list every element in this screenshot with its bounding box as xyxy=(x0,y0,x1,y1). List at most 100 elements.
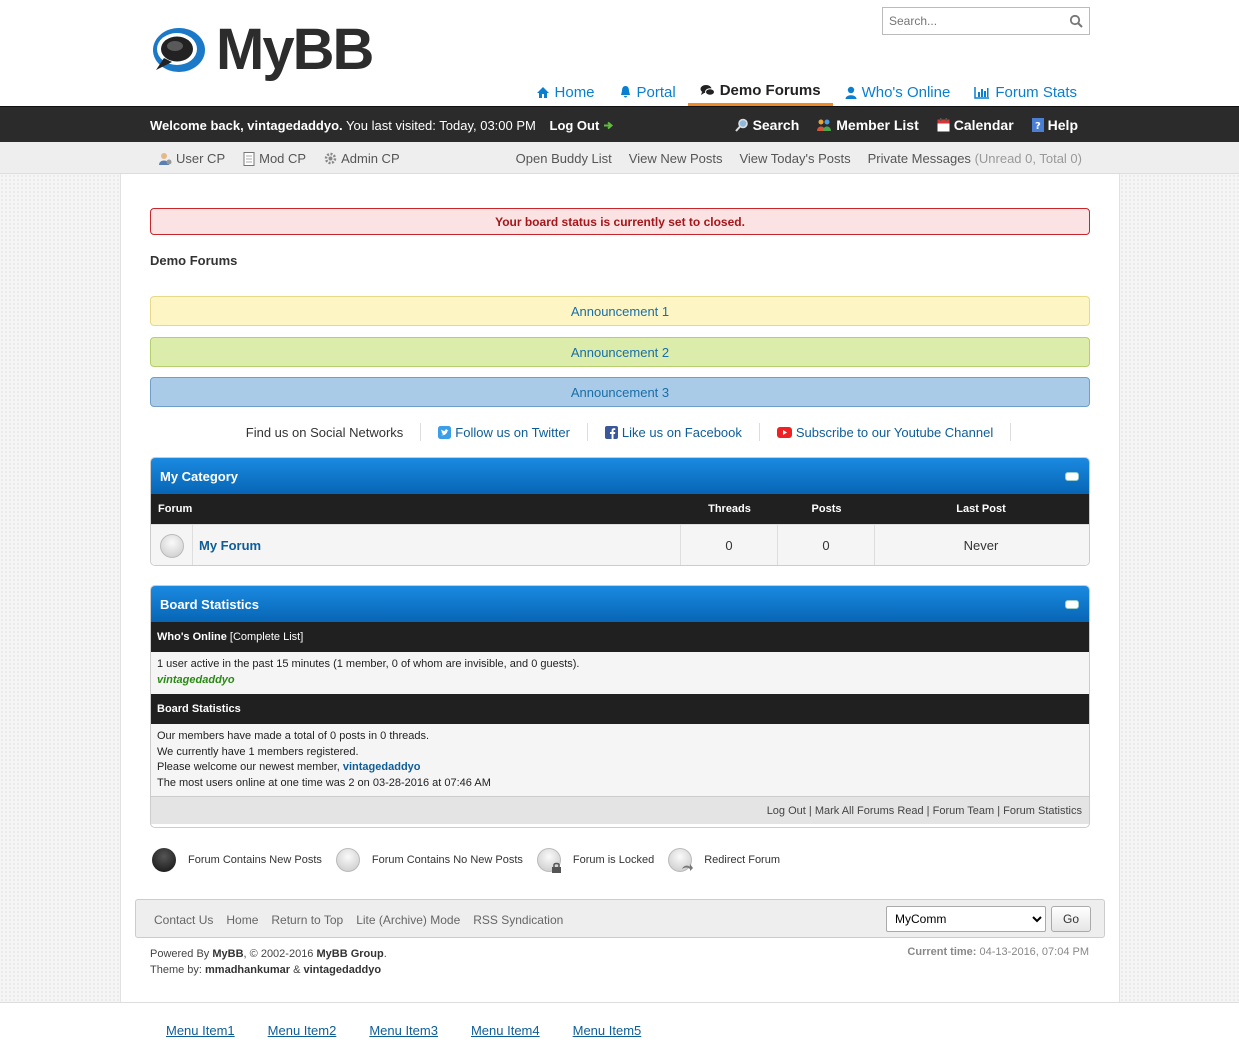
new-posts-link[interactable]: View New Posts xyxy=(629,151,723,166)
theme-select[interactable]: MyComm xyxy=(886,906,1046,932)
calendar-link[interactable]: Calendar xyxy=(937,117,1014,133)
announcement-3[interactable]: Announcement 3 xyxy=(150,377,1090,407)
current-time: Current time: 04-13-2016, 07:04 PM xyxy=(907,946,1089,958)
stats-line-newest: Please welcome our newest member, vintag… xyxy=(157,760,1083,776)
announcement-1[interactable]: Announcement 1 xyxy=(150,296,1090,326)
whos-online-link[interactable]: Who's Online xyxy=(157,631,227,643)
legend-label: Redirect Forum xyxy=(704,854,780,866)
logo[interactable]: MyBB xyxy=(150,14,374,86)
online-user-link[interactable]: vintagedaddyo xyxy=(157,674,235,686)
social-label-text: Find us on Social Networks xyxy=(245,424,404,440)
nav-forum-stats[interactable]: Forum Stats xyxy=(962,80,1089,104)
nav-whos-online[interactable]: Who's Online xyxy=(833,80,963,104)
complete-list-link[interactable]: [Complete List] xyxy=(230,631,303,643)
lite-mode-link[interactable]: Lite (Archive) Mode xyxy=(356,913,460,927)
return-to-top-link[interactable]: Return to Top xyxy=(271,913,343,927)
mod-cp-link[interactable]: Mod CP xyxy=(243,151,306,166)
twitter-link-label[interactable]: Follow us on Twitter xyxy=(455,425,570,440)
forum-statistics-link[interactable]: Forum Statistics xyxy=(1003,805,1082,817)
author1-link[interactable]: mmadhankumar xyxy=(205,964,290,976)
nav-home[interactable]: Home xyxy=(524,80,607,104)
collapse-icon[interactable] xyxy=(1065,600,1079,609)
menu-item-5[interactable]: Menu Item5 xyxy=(573,1023,642,1038)
legend-item: Forum is Locked xyxy=(536,848,655,873)
user-cp-icon xyxy=(159,152,172,165)
forum-redirect-icon xyxy=(668,848,694,872)
forum-locked-icon xyxy=(536,848,561,873)
board-stats-title: Board Statistics xyxy=(160,597,259,612)
twitter-link[interactable]: Follow us on Twitter xyxy=(421,423,588,441)
forum-status-cell xyxy=(151,524,193,565)
welcome-bar: Welcome back, vintagedaddyo. You last vi… xyxy=(0,106,1239,142)
user-cp-link[interactable]: User CP xyxy=(158,151,225,166)
todays-posts-link[interactable]: View Today's Posts xyxy=(739,151,850,166)
stats-line-posts: Our members have made a total of 0 posts… xyxy=(157,730,430,742)
member-list-link[interactable]: Member List xyxy=(817,117,919,133)
mybb-link[interactable]: MyBB xyxy=(212,948,243,960)
forum-new-posts-icon xyxy=(152,848,176,872)
search-link[interactable]: Search xyxy=(734,117,800,133)
announcement-label: Announcement 1 xyxy=(570,304,670,319)
search-link-label: Search xyxy=(752,117,800,133)
search-input[interactable] xyxy=(889,14,1069,28)
nav-demo-forums[interactable]: Demo Forums xyxy=(687,80,833,106)
menu-item-4[interactable]: Menu Item4 xyxy=(471,1023,540,1038)
admin-cp-link[interactable]: Admin CP xyxy=(324,151,400,166)
rss-link[interactable]: RSS Syndication xyxy=(473,913,563,927)
private-messages-link[interactable]: Private Messages (Unread 0, Total 0) xyxy=(868,151,1082,166)
footer-logout-link[interactable]: Log Out xyxy=(767,805,806,817)
announcement-label: Announcement 2 xyxy=(570,345,670,360)
legend-label: Forum is Locked xyxy=(572,854,655,866)
last-visited: You last visited: Today, 03:00 PM xyxy=(346,118,536,133)
logout-link[interactable]: Log Out xyxy=(550,118,614,133)
announcement-2[interactable]: Announcement 2 xyxy=(150,337,1090,367)
forum-no-new-posts-icon xyxy=(335,848,360,872)
author2-link[interactable]: vintagedaddyo xyxy=(303,964,381,976)
menu-item-1[interactable]: Menu Item1 xyxy=(166,1023,235,1038)
mark-forums-read-link[interactable]: Mark All Forums Read xyxy=(815,805,924,817)
posts-count: 0 xyxy=(778,524,875,565)
search-icon[interactable] xyxy=(1069,14,1083,28)
pm-label: Private Messages xyxy=(867,151,971,166)
footer-home-link[interactable]: Home xyxy=(226,913,258,927)
facebook-link-label[interactable]: Like us on Facebook xyxy=(622,425,742,440)
bell-icon xyxy=(620,86,630,98)
logout-label: Log Out xyxy=(549,118,600,133)
facebook-link[interactable]: Like us on Facebook xyxy=(588,423,760,441)
mybb-group-link[interactable]: MyBB Group xyxy=(317,948,384,960)
mod-cp-label: Mod CP xyxy=(259,151,307,166)
theme-credit: Theme by: mmadhankumar & vintagedaddyo xyxy=(150,962,387,978)
legend-item: Forum Contains New Posts xyxy=(152,848,322,872)
legend-item: Redirect Forum xyxy=(668,848,780,872)
twitter-icon xyxy=(438,425,452,439)
col-last-post: Last Post xyxy=(956,503,1006,515)
newest-member-link[interactable]: vintagedaddyo xyxy=(343,761,421,773)
menu-item-2[interactable]: Menu Item2 xyxy=(268,1023,337,1038)
nav-portal[interactable]: Portal xyxy=(607,80,688,104)
go-button[interactable]: Go xyxy=(1051,906,1091,932)
search-box xyxy=(882,7,1090,35)
youtube-link-label[interactable]: Subscribe to our Youtube Channel xyxy=(796,425,993,440)
help-link[interactable]: ? Help xyxy=(1031,117,1078,133)
youtube-icon xyxy=(776,426,792,438)
contact-us-link[interactable]: Contact Us xyxy=(154,913,213,927)
collapse-icon[interactable] xyxy=(1065,472,1079,481)
breadcrumb[interactable]: Demo Forums xyxy=(150,253,237,268)
header: MyBB Home Portal Demo Forums Who's Onlin… xyxy=(0,0,1239,106)
board-stats-header: Board Statistics xyxy=(151,586,1089,622)
col-posts: Posts xyxy=(811,503,842,515)
user-panel-left: User CP Mod CP Admin CP xyxy=(158,151,400,166)
calendar-icon xyxy=(937,118,950,132)
announcement-label: Announcement 3 xyxy=(570,385,670,400)
footer-links: Contact Us Home Return to Top Lite (Arch… xyxy=(154,913,563,927)
menu-item-3[interactable]: Menu Item3 xyxy=(369,1023,438,1038)
buddy-list-link[interactable]: Open Buddy List xyxy=(516,151,612,166)
powered-suffix: , © 2002-2016 xyxy=(243,948,314,960)
category-title[interactable]: My Category xyxy=(160,469,238,484)
user-icon xyxy=(845,86,857,99)
mybb-logo-icon xyxy=(153,28,205,72)
forum-link[interactable]: My Forum xyxy=(199,538,261,553)
forum-team-link[interactable]: Forum Team xyxy=(933,805,995,817)
welcome-text: Welcome back, vintagedaddyo. You last vi… xyxy=(150,118,614,133)
youtube-link[interactable]: Subscribe to our Youtube Channel xyxy=(760,423,1012,441)
